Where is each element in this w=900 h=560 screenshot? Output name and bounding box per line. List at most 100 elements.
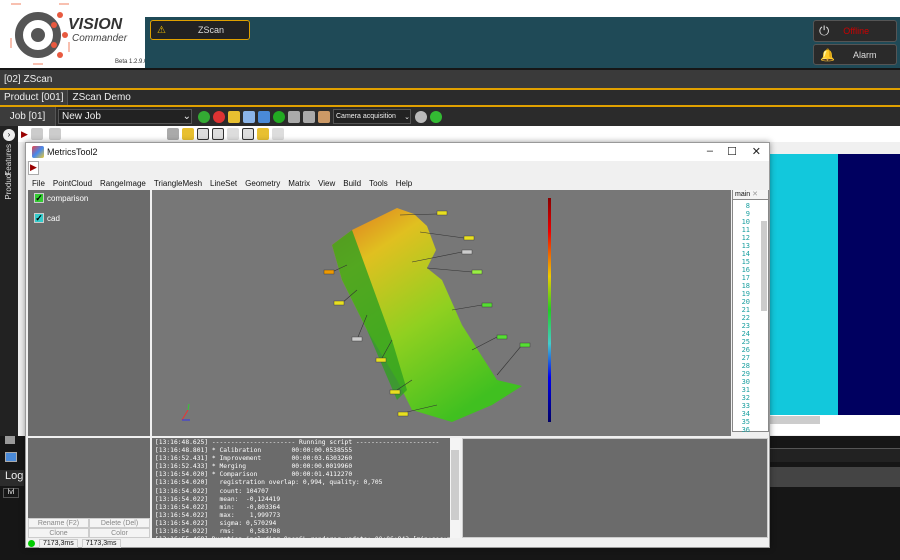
menu-geometry[interactable]: Geometry xyxy=(245,179,280,190)
offline-button[interactable]: ⏻ Offline xyxy=(813,20,897,42)
station-button[interactable]: ⚠ ZScan xyxy=(150,20,250,40)
menu-tools[interactable]: Tools xyxy=(369,179,388,190)
line-number: 32 xyxy=(741,394,750,402)
menu-rangeimage[interactable]: RangeImage xyxy=(100,179,146,190)
lightning-icon[interactable] xyxy=(181,128,194,140)
delete-button[interactable]: Delete (Del) xyxy=(89,518,150,528)
add-icon[interactable] xyxy=(198,110,210,123)
line-number: 29 xyxy=(741,370,750,378)
script-editor[interactable]: main ✕ 8 9 10 11 12 13 14 15 16 17 18 19 20 21 22 23 24 2… xyxy=(732,190,769,434)
barcode-icon[interactable] xyxy=(241,128,254,140)
product-label: Product [001] xyxy=(0,90,69,105)
side-tabs: › Features Product xyxy=(0,126,18,444)
station-tab[interactable]: [02] ZScan xyxy=(0,70,900,88)
chevron-down-icon: ⌄ xyxy=(404,113,410,121)
job-label: Job [01] xyxy=(0,107,56,126)
menu-trianglemesh[interactable]: TriangleMesh xyxy=(154,179,202,190)
minimize-icon[interactable]: – xyxy=(707,145,713,157)
tab-product[interactable]: Product xyxy=(4,172,13,200)
menu-pointcloud[interactable]: PointCloud xyxy=(53,179,92,190)
tab-label: main xyxy=(735,191,751,198)
line-number: 18 xyxy=(741,282,750,290)
logo-text: VISION xyxy=(68,16,123,33)
window-icon[interactable] xyxy=(5,452,17,462)
close-icon[interactable]: ✕ xyxy=(752,145,761,158)
status-indicator xyxy=(28,540,35,547)
database-icon[interactable] xyxy=(166,128,179,140)
line-number: 24 xyxy=(741,330,750,338)
time-readout-total: 7173,3ms xyxy=(81,539,121,548)
job-select[interactable]: New Job ⌄ xyxy=(58,109,192,124)
maximize-icon[interactable]: ☐ xyxy=(727,145,737,158)
scene-item-comparison[interactable]: ✓ comparison xyxy=(28,190,150,206)
expand-icon[interactable]: › xyxy=(3,129,15,141)
log-level[interactable]: lvl xyxy=(3,488,19,498)
acquisition-select[interactable]: Camera acquisition ⌄ xyxy=(333,109,411,124)
line-number: 31 xyxy=(741,386,750,394)
app-icon xyxy=(32,146,44,158)
image-cyan-region xyxy=(770,154,838,415)
power-icon: ⏻ xyxy=(819,23,830,38)
edit-icon[interactable] xyxy=(228,110,240,123)
tab-label: [02] ZScan xyxy=(4,73,53,85)
chart-icon[interactable] xyxy=(256,128,269,140)
vertical-scrollbar[interactable] xyxy=(761,221,767,311)
log-scrollbar[interactable] xyxy=(450,438,460,538)
scene-list: ✓ comparison ✓ cad xyxy=(28,190,150,436)
window-title: MetricsTool2 xyxy=(47,147,98,157)
title-bar[interactable]: MetricsTool2 – ☐ ✕ xyxy=(26,143,769,161)
import-icon[interactable] xyxy=(288,110,300,123)
color-button[interactable]: Color xyxy=(89,528,150,538)
dark-panel xyxy=(770,448,900,462)
product-name[interactable]: ZScan Demo xyxy=(68,92,130,103)
view-icon[interactable] xyxy=(30,128,43,140)
line-number: 35 xyxy=(741,418,750,426)
remove-icon[interactable] xyxy=(213,110,225,123)
alarm-button[interactable]: 🔔 Alarm xyxy=(813,44,897,65)
dark-panel-2 xyxy=(770,467,900,487)
1d-icon[interactable] xyxy=(196,128,209,140)
horizontal-scrollbar[interactable] xyxy=(770,415,900,435)
scene-item-cad[interactable]: ✓ cad xyxy=(28,210,150,226)
save-icon[interactable] xyxy=(258,110,270,123)
3d-viewport[interactable] xyxy=(152,190,731,436)
menu-help[interactable]: Help xyxy=(396,179,412,190)
log-output[interactable]: [13:16:48.625] ---------------------- Ru… xyxy=(152,438,460,538)
header-band xyxy=(145,17,900,68)
grid-icon[interactable] xyxy=(5,436,15,444)
close-tab-icon[interactable]: ✕ xyxy=(752,191,758,198)
log-line: [13:16:54.022] min: -0,803364 xyxy=(155,503,281,511)
line-number: 14 xyxy=(741,250,750,258)
export-icon[interactable] xyxy=(303,110,315,123)
line-number: 20 xyxy=(741,298,750,306)
2d-icon[interactable] xyxy=(211,128,224,140)
menu-build[interactable]: Build xyxy=(343,179,361,190)
menu-view[interactable]: View xyxy=(318,179,335,190)
help-icon[interactable] xyxy=(271,128,284,140)
book-icon[interactable] xyxy=(318,110,330,123)
copy-icon[interactable] xyxy=(243,110,255,123)
item-label: comparison xyxy=(47,193,89,203)
zoom-camera-icon[interactable] xyxy=(415,110,427,123)
rename-button[interactable]: Rename (F2) xyxy=(28,518,89,528)
run-script-button[interactable]: ▶ xyxy=(28,161,39,175)
menu-lineset[interactable]: LineSet xyxy=(210,179,237,190)
tools-icon[interactable] xyxy=(226,128,239,140)
log-tab[interactable]: Log xyxy=(0,470,24,486)
line-number: 15 xyxy=(741,258,750,266)
layout-icon[interactable] xyxy=(48,128,61,140)
menu-file[interactable]: File xyxy=(32,179,45,190)
clone-button[interactable]: Clone xyxy=(28,528,89,538)
checkbox[interactable]: ✓ xyxy=(34,193,44,203)
log-line: [13:16:48.625] ---------------------- Ru… xyxy=(155,439,440,446)
refresh-icon[interactable] xyxy=(430,110,442,123)
tab-main[interactable]: main ✕ xyxy=(733,190,768,200)
line-number: 33 xyxy=(741,402,750,410)
output-panel xyxy=(462,438,768,538)
run-icon[interactable]: ▶ xyxy=(21,129,28,140)
undo-icon[interactable] xyxy=(273,110,285,123)
status-bar: 7173,3ms 7173,3ms xyxy=(26,539,769,548)
checkbox[interactable]: ✓ xyxy=(34,213,44,223)
menu-matrix[interactable]: Matrix xyxy=(288,179,310,190)
log-line: [13:16:54.022] count: 104707 xyxy=(155,487,269,495)
